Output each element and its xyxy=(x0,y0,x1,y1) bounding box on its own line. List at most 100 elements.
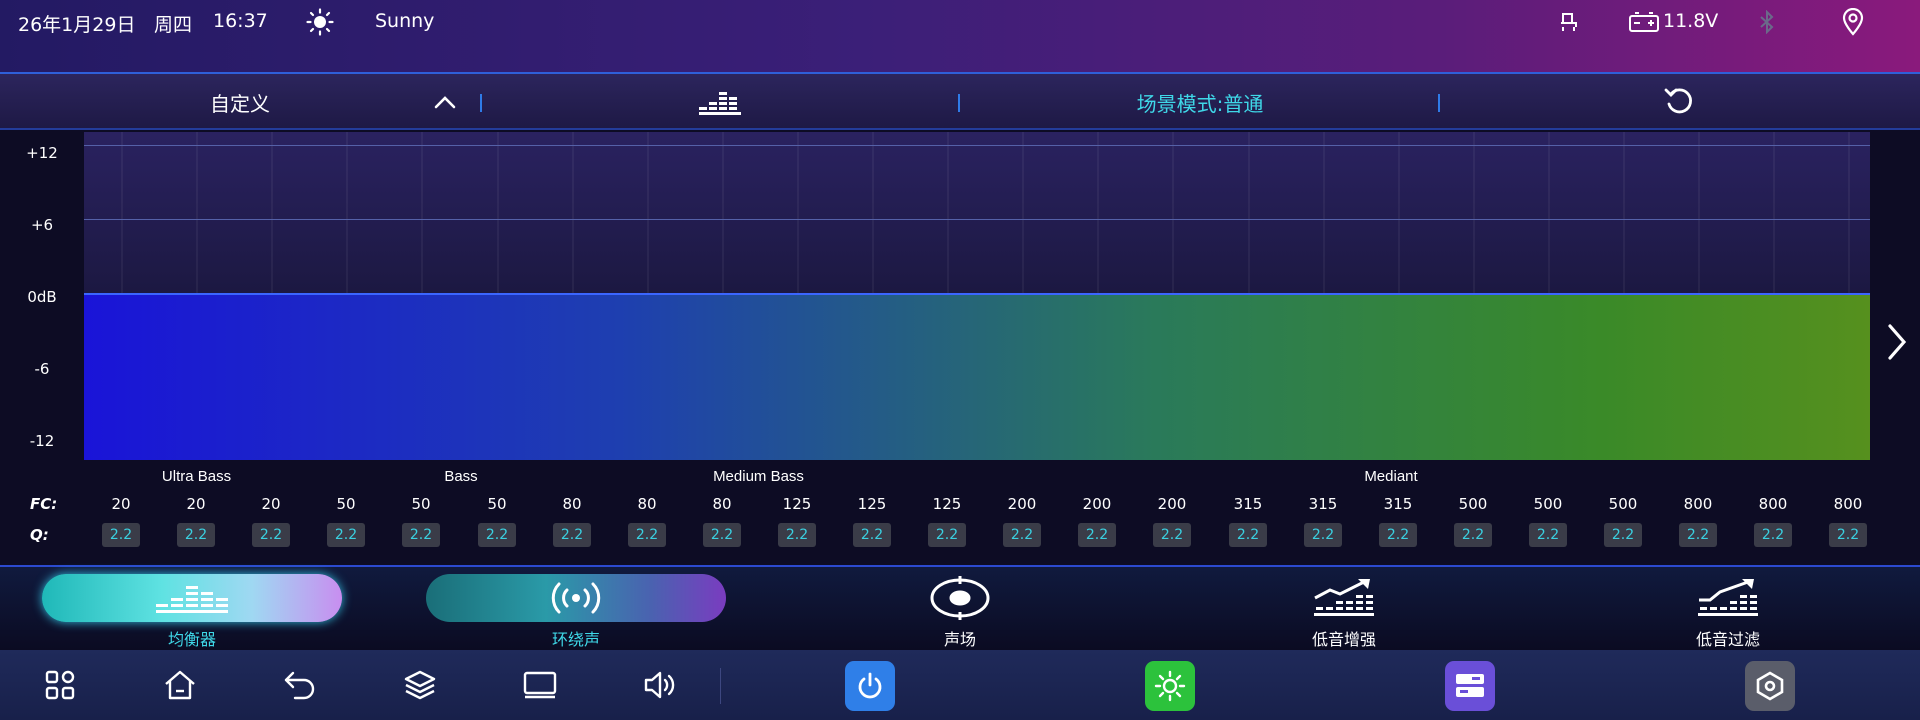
band-label: Bass xyxy=(444,468,478,485)
system-nav-bar xyxy=(0,650,1920,720)
power-icon[interactable] xyxy=(845,661,895,711)
y-tick-label: -12 xyxy=(29,432,55,450)
scene-mode-selector[interactable]: 场景模式:普通 xyxy=(1080,74,1320,130)
chevron-right-icon[interactable] xyxy=(1886,322,1908,366)
fc-value[interactable]: 20 xyxy=(166,495,226,513)
q-value[interactable]: 2.2 xyxy=(928,523,966,547)
q-value[interactable]: 2.2 xyxy=(1754,523,1792,547)
q-value[interactable]: 2.2 xyxy=(1679,523,1717,547)
equalizer-icon xyxy=(42,574,342,622)
weekday-text: 周四 xyxy=(154,14,193,36)
q-value[interactable]: 2.2 xyxy=(1529,523,1567,547)
y-tick-label: 0dB xyxy=(27,288,57,306)
preset-selector[interactable]: 自定义 xyxy=(140,74,340,130)
q-value[interactable]: 2.2 xyxy=(1003,523,1041,547)
bluetooth-icon[interactable] xyxy=(1758,9,1776,38)
battery-icon xyxy=(1628,10,1660,38)
mode-bass-boost[interactable]: 低音增强 xyxy=(1194,567,1494,652)
mode-label: 环绕声 xyxy=(551,630,600,649)
fc-value[interactable]: 20 xyxy=(241,495,301,513)
q-value[interactable]: 2.2 xyxy=(1604,523,1642,547)
fc-value[interactable]: 80 xyxy=(692,495,752,513)
q-value[interactable]: 2.2 xyxy=(1304,523,1342,547)
q-value[interactable]: 2.2 xyxy=(1153,523,1191,547)
storage-icon[interactable] xyxy=(1445,661,1495,711)
eq-graph[interactable] xyxy=(84,132,1870,460)
fc-row-label: FC: xyxy=(30,495,58,513)
seat-icon[interactable] xyxy=(1557,10,1581,38)
fc-value[interactable]: 500 xyxy=(1518,495,1578,513)
mode-label: 声场 xyxy=(943,630,976,649)
mode-sound-field[interactable]: 声场 xyxy=(810,567,1110,652)
fc-value[interactable]: 50 xyxy=(316,495,376,513)
fc-value[interactable]: 125 xyxy=(842,495,902,513)
q-value[interactable]: 2.2 xyxy=(853,523,891,547)
weather-text: Sunny xyxy=(375,10,435,32)
time-text: 16:37 xyxy=(213,10,268,32)
fc-value[interactable]: 315 xyxy=(1293,495,1353,513)
fc-value[interactable]: 80 xyxy=(617,495,677,513)
screen-icon[interactable] xyxy=(520,665,560,705)
eq-toolbar: 自定义 场景模式:普通 xyxy=(0,72,1920,130)
q-value[interactable]: 2.2 xyxy=(402,523,440,547)
fc-value[interactable]: 50 xyxy=(391,495,451,513)
fc-value[interactable]: 315 xyxy=(1218,495,1278,513)
location-pin-icon[interactable] xyxy=(1841,7,1865,40)
fc-value[interactable]: 50 xyxy=(467,495,527,513)
q-value[interactable]: 2.2 xyxy=(1379,523,1417,547)
mode-equalizer[interactable]: 均衡器 xyxy=(42,567,342,652)
fc-value[interactable]: 200 xyxy=(1067,495,1127,513)
fc-value[interactable]: 315 xyxy=(1368,495,1428,513)
reset-icon[interactable] xyxy=(1655,74,1705,130)
mode-label: 低音过滤 xyxy=(1695,630,1760,649)
home-icon[interactable] xyxy=(160,665,200,705)
q-value[interactable]: 2.2 xyxy=(1229,523,1267,547)
mode-label: 均衡器 xyxy=(167,630,216,649)
q-value[interactable]: 2.2 xyxy=(778,523,816,547)
band-label: Mediant xyxy=(1364,468,1418,485)
volume-icon[interactable] xyxy=(640,665,680,705)
fc-value[interactable]: 80 xyxy=(542,495,602,513)
fc-value[interactable]: 200 xyxy=(992,495,1052,513)
q-value[interactable]: 2.2 xyxy=(628,523,666,547)
band-ultra-bass: Ultra Bass xyxy=(90,467,303,487)
q-value[interactable]: 2.2 xyxy=(703,523,741,547)
fc-value[interactable]: 500 xyxy=(1443,495,1503,513)
apps-grid-icon[interactable] xyxy=(40,665,80,705)
fc-value[interactable]: 800 xyxy=(1818,495,1878,513)
q-value[interactable]: 2.2 xyxy=(1454,523,1492,547)
sound-field-icon xyxy=(810,574,1110,622)
chevron-up-icon[interactable] xyxy=(420,74,470,130)
mode-surround[interactable]: 环绕声 xyxy=(426,567,726,652)
fc-value[interactable]: 125 xyxy=(767,495,827,513)
mode-bass-filter[interactable]: 低音过滤 xyxy=(1578,567,1878,652)
q-value[interactable]: 2.2 xyxy=(1829,523,1867,547)
fc-value[interactable]: 500 xyxy=(1593,495,1653,513)
q-value[interactable]: 2.2 xyxy=(327,523,365,547)
eq-level-fill xyxy=(84,293,1870,460)
scene-mode-label: 场景模式:普通 xyxy=(1136,91,1264,116)
grid-line xyxy=(84,145,1870,146)
brightness-icon[interactable] xyxy=(1145,661,1195,711)
fc-value[interactable]: 200 xyxy=(1142,495,1202,513)
q-value[interactable]: 2.2 xyxy=(177,523,215,547)
fc-value[interactable]: 800 xyxy=(1743,495,1803,513)
layers-icon[interactable] xyxy=(400,665,440,705)
q-value[interactable]: 2.2 xyxy=(252,523,290,547)
q-value[interactable]: 2.2 xyxy=(478,523,516,547)
q-value[interactable]: 2.2 xyxy=(553,523,591,547)
status-bar: 26年1月29日 周四 16:37 Sunny 11.8V xyxy=(0,0,1920,72)
band-label: Medium Bass xyxy=(713,468,804,485)
back-icon[interactable] xyxy=(280,665,320,705)
band-mediant: Mediant xyxy=(912,467,1870,487)
q-value[interactable]: 2.2 xyxy=(102,523,140,547)
toolbar-separator xyxy=(1438,94,1440,112)
mode-label: 低音增强 xyxy=(1311,630,1376,649)
settings-hex-icon[interactable] xyxy=(1745,661,1795,711)
q-value[interactable]: 2.2 xyxy=(1078,523,1116,547)
fc-value[interactable]: 800 xyxy=(1668,495,1728,513)
fc-value[interactable]: 20 xyxy=(91,495,151,513)
equalizer-icon[interactable] xyxy=(690,74,750,130)
preset-label: 自定义 xyxy=(210,91,270,116)
fc-value[interactable]: 125 xyxy=(917,495,977,513)
